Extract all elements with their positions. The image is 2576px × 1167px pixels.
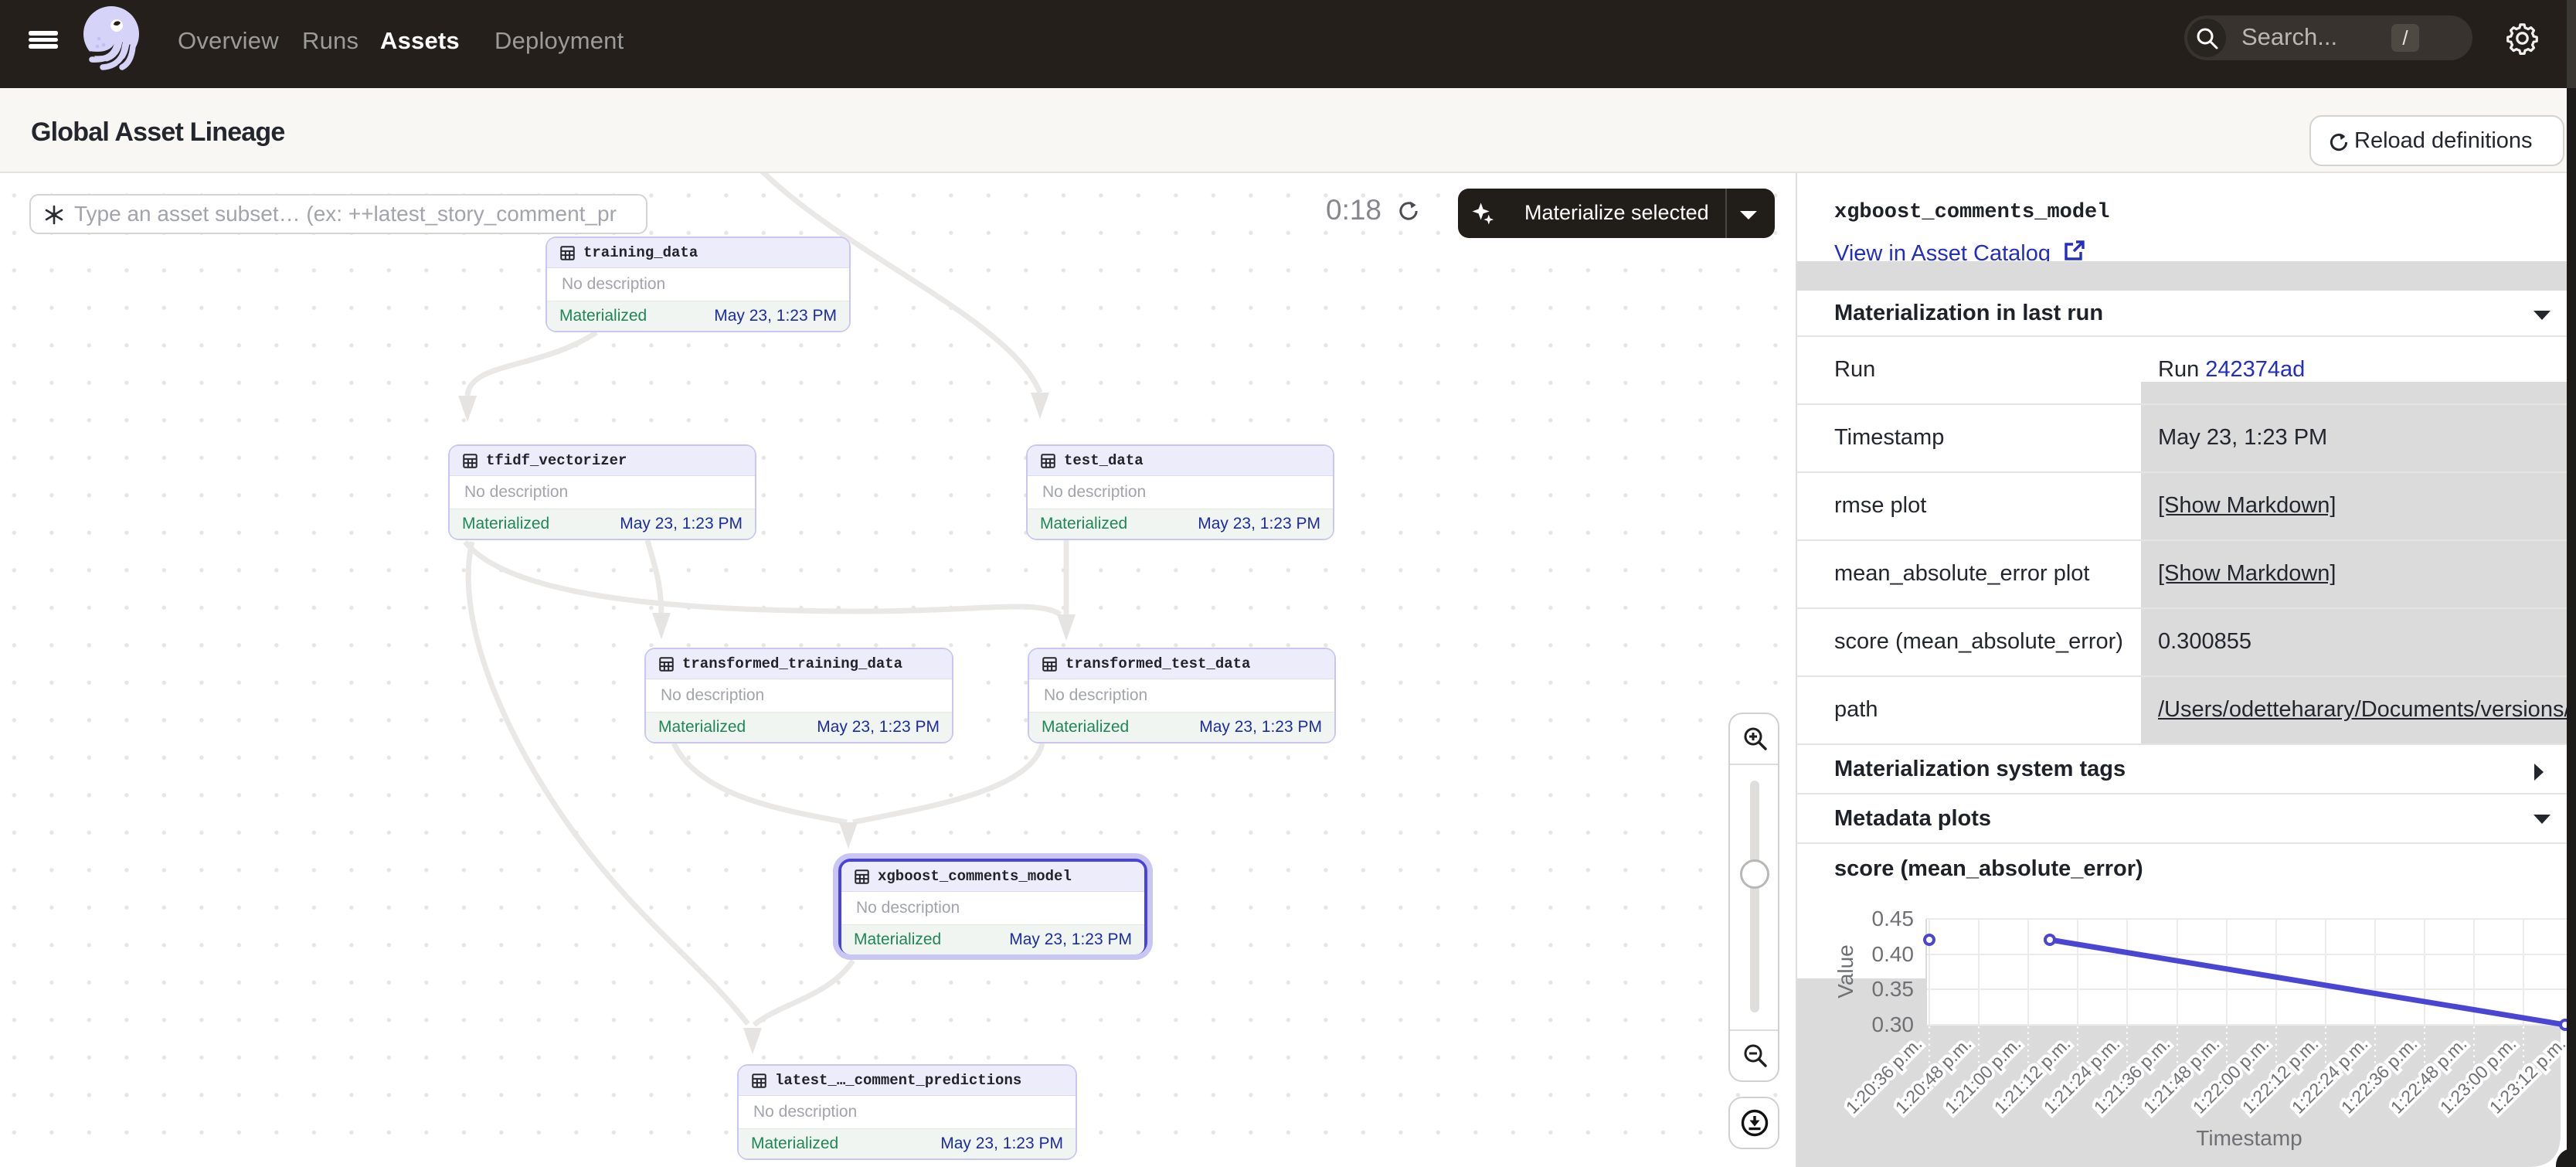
svg-text:Timestamp: Timestamp (2196, 1126, 2302, 1150)
svg-text:Value: Value (1833, 944, 1857, 999)
svg-text:0.40: 0.40 (1872, 942, 1915, 966)
svg-text:0.30: 0.30 (1872, 1012, 1915, 1036)
svg-text:0.45: 0.45 (1872, 907, 1915, 931)
svg-text:0.35: 0.35 (1872, 977, 1915, 1001)
